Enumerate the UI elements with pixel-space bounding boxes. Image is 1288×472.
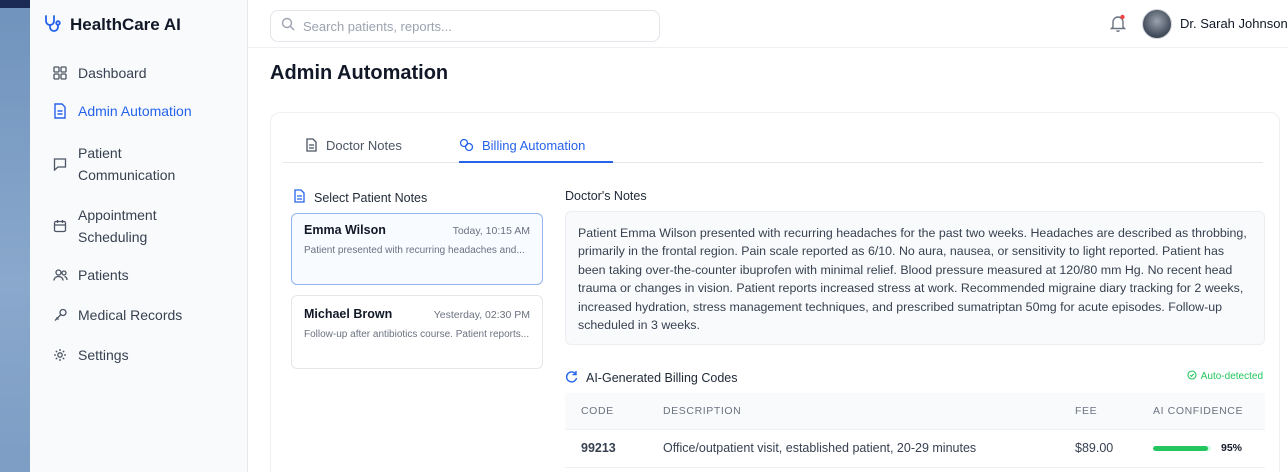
sidebar-item-settings[interactable]: Settings [30,344,248,374]
sidebar-item-label: Dashboard [78,65,147,81]
patient-name: Emma Wilson [304,223,386,237]
table-row[interactable]: 99213 Office/outpatient visit, establish… [565,429,1265,468]
tab-bar: Doctor Notes Billing Automation [283,129,1263,163]
app-name: HealthCare AI [70,15,181,34]
table-header-row: CODE DESCRIPTION FEE AI CONFIDENCE [565,393,1265,430]
stethoscope-icon [42,13,62,38]
document-icon [305,138,318,155]
page-title: Admin Automation [270,62,449,84]
sidebar-item-label: Admin Automation [78,103,192,119]
sidebar-item-medical-records[interactable]: Medical Records [30,304,248,334]
confidence-cell: 95% [1137,429,1265,468]
check-circle-icon [1187,370,1197,383]
gear-icon [52,344,68,366]
code-fee: $89.00 [1059,429,1137,468]
select-notes-header: Select Patient Notes [293,189,427,206]
column-header: AI CONFIDENCE [1137,393,1265,430]
grid-icon [52,62,68,84]
sidebar-item-patients[interactable]: Patients [30,264,248,294]
sidebar-item-label: Settings [78,347,129,363]
desktop-background [0,0,30,472]
sidebar-item-label: Medical Records [78,307,183,323]
sidebar-item-label: Patients [78,267,129,283]
app-window: HealthCare AI Dashboard Admin Automation [30,0,1288,472]
link-icon [459,138,474,155]
billing-codes-title: AI-Generated Billing Codes [586,371,738,385]
confidence-bar [1153,445,1211,451]
select-notes-title: Select Patient Notes [314,190,428,205]
users-icon [52,264,68,286]
patient-note-card[interactable]: Michael Brown Yesterday, 02:30 PM Follow… [291,295,543,369]
sidebar: HealthCare AI Dashboard Admin Automation [30,0,248,472]
tab-doctor-notes[interactable]: Doctor Notes [305,129,413,163]
avatar[interactable] [1142,9,1172,39]
sidebar-item-dashboard[interactable]: Dashboard [30,62,248,92]
billing-codes-table: CODE DESCRIPTION FEE AI CONFIDENCE 99213… [565,393,1265,468]
billing-code: 99213 [565,429,647,468]
tab-label: Billing Automation [482,138,586,153]
label-line: Patient [78,145,122,161]
sidebar-item-patient-communication[interactable]: Patient Communication [30,142,248,188]
label-line: Appointment [78,207,157,223]
message-icon [52,142,68,186]
status-text: Auto-detected [1200,371,1263,382]
search-icon [281,17,295,36]
note-preview: Patient presented with recurring headach… [304,245,525,256]
column-header: CODE [565,393,647,430]
confidence-percent: 95% [1221,442,1243,454]
refresh-icon[interactable] [565,370,578,386]
search-box[interactable] [270,10,660,42]
sidebar-item-label: Appointment Scheduling [78,204,157,248]
doctor-notes-header: Doctor's Notes [565,189,647,203]
label-line: Scheduling [78,229,148,245]
document-icon [293,189,306,206]
clipboard-icon [52,304,68,326]
note-timestamp: Today, 10:15 AM [452,225,530,237]
column-header: DESCRIPTION [647,393,1059,430]
search-input[interactable] [303,18,633,34]
automation-card: Doctor Notes Billing Automation Select P… [270,112,1280,472]
patient-name: Michael Brown [304,307,393,321]
user-name[interactable]: Dr. Sarah Johnson [1180,16,1288,31]
calendar-icon [52,204,68,248]
label-line: Communication [78,167,176,183]
tab-billing-automation[interactable]: Billing Automation [459,129,613,163]
sidebar-item-label: Patient Communication [78,142,175,186]
note-preview: Follow-up after antibiotics course. Pati… [304,329,530,340]
confidence-bar-fill [1153,445,1209,451]
column-header: FEE [1059,393,1137,430]
brand[interactable]: HealthCare AI [42,10,181,40]
tab-label: Doctor Notes [326,138,402,153]
doctor-notes-title: Doctor's Notes [565,189,647,203]
code-description: Office/outpatient visit, established pat… [647,429,1059,468]
patient-note-card[interactable]: Emma Wilson Today, 10:15 AM Patient pres… [291,213,543,285]
sidebar-item-appointment-scheduling[interactable]: Appointment Scheduling [30,204,248,250]
doctor-notes-text: Patient Emma Wilson presented with recur… [565,211,1265,345]
document-icon [52,100,68,122]
notification-bell-icon[interactable] [1109,14,1127,37]
sidebar-nav: Dashboard Admin Automation Patient Commu… [30,62,248,374]
top-header: Dr. Sarah Johnson [248,0,1288,48]
status-badge: Auto-detected [1187,370,1263,383]
billing-codes-header: AI-Generated Billing Codes [565,370,737,386]
note-timestamp: Yesterday, 02:30 PM [433,309,530,321]
sidebar-item-admin-automation[interactable]: Admin Automation [30,100,248,130]
